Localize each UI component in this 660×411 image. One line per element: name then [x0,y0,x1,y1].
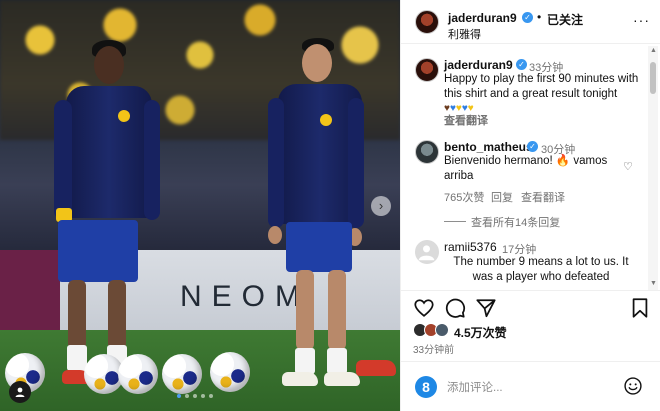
actions-divider [401,290,660,291]
view-replies-line [444,221,466,222]
player-right [262,38,372,388]
header-separator: • [537,10,542,24]
view-replies-button[interactable]: 查看所有14条回复 [471,214,560,230]
verified-icon: ✓ [527,141,538,152]
comment-username[interactable]: bento_matheus [444,140,533,154]
comment-translate-link[interactable]: 查看翻译 [521,189,565,205]
comment-avatar[interactable] [415,240,439,264]
bookmark-icon[interactable] [629,297,651,319]
liker-avatar[interactable] [435,323,449,337]
caption-translate-link[interactable]: 查看翻译 [444,112,488,128]
comment-text: Bienvenido hermano! 🔥 vamos arriba [444,155,608,182]
verified-icon: ✓ [522,12,533,23]
carousel-dots [177,394,213,398]
author-avatar[interactable] [415,10,439,34]
player-boot-partial [356,360,396,376]
share-icon[interactable] [475,297,497,319]
comment-icon[interactable] [444,297,466,319]
football-3 [118,354,158,394]
scroll-down-arrow[interactable]: ▼ [650,280,657,287]
comment-likes[interactable]: 765次赞 [444,189,484,205]
author-username[interactable]: jaderduran9 [448,11,517,25]
add-comment-input[interactable] [447,379,607,397]
caption-text: Happy to play the first 90 minutes with … [444,73,639,114]
football-5 [210,352,250,392]
person-icon[interactable] [9,381,31,403]
more-options-button[interactable]: ··· [633,12,650,28]
add-comment-row: 8 [401,361,660,411]
post-time[interactable]: 33分钟前 [413,341,454,356]
player-left [50,40,160,390]
caption-username[interactable]: jaderduran9 [444,58,513,72]
post-header: jaderduran9 ✓ • 已关注 利雅得 ··· [401,0,660,44]
comment-username[interactable]: ramii5376 [444,240,497,254]
comments-scrollbar-thumb[interactable] [650,62,656,94]
comment-text: The number 9 means a lot to us. It was a… [453,256,629,283]
next-image-arrow[interactable]: › [371,196,391,216]
comment-reply-button[interactable]: 回复 [491,189,513,205]
post-details-panel: jaderduran9 ✓ • 已关注 利雅得 ··· jaderduran9 … [400,0,660,411]
scroll-up-arrow[interactable]: ▲ [650,47,657,54]
football-4 [162,354,202,394]
post-location[interactable]: 利雅得 [448,26,481,42]
post-photo[interactable]: NEOM › [0,0,400,411]
comment-like-icon[interactable]: ♡ [623,160,633,173]
current-user-avatar[interactable]: 8 [415,376,437,398]
verified-icon: ✓ [516,59,527,70]
heart-icon[interactable] [413,297,435,319]
caption-author-avatar[interactable] [415,58,439,82]
likes-count[interactable]: 4.5万次赞 [454,324,507,341]
emoji-icon[interactable] [623,376,643,396]
comment-avatar[interactable] [415,140,439,164]
follow-button[interactable]: 已关注 [547,11,583,28]
